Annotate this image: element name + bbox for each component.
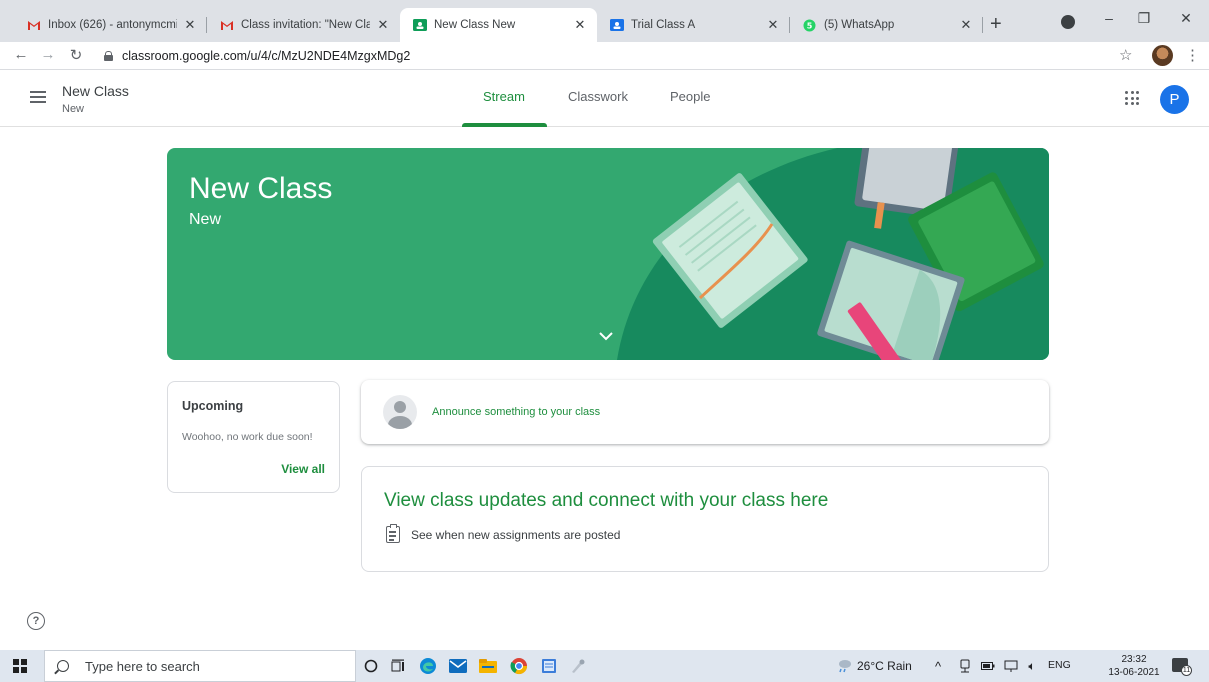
tab-classwork[interactable]: Classwork [568,89,628,104]
bookmark-star-icon[interactable]: ☆ [1119,46,1132,64]
chevron-up-icon[interactable]: ^ [935,659,941,674]
mail-icon[interactable] [448,656,468,676]
classroom-icon [412,18,427,33]
google-apps-icon[interactable] [1125,91,1139,105]
help-icon[interactable]: ? [27,612,45,630]
class-section: New [62,103,85,115]
banner-subtitle: New [189,211,222,228]
notepad-icon[interactable] [539,656,559,676]
announce-placeholder[interactable]: Announce something to your class [432,406,600,418]
close-icon[interactable]: ✕ [573,17,587,33]
notification-center-icon[interactable]: 11 [1172,658,1192,676]
reload-icon[interactable]: ↻ [67,46,85,64]
meet-now-icon[interactable] [955,656,975,676]
edge-icon[interactable] [418,656,438,676]
main-menu-icon[interactable] [30,91,46,103]
windows-start-icon[interactable] [13,659,27,673]
assignment-icon [386,524,400,543]
svg-text:5: 5 [807,21,813,30]
classroom-icon [609,18,624,33]
taskbar-search-placeholder: Type here to search [85,658,200,674]
network-icon[interactable] [1001,656,1021,676]
classroom-header: New Class New Stream Classwork People P [0,71,1209,127]
tab-title: Class invitation: "New Class N [241,19,370,31]
stream-info-item: See when new assignments are posted [386,524,621,543]
forward-arrow-icon[interactable]: → [39,46,57,63]
avatar [383,395,417,429]
stream-info-text: See when new assignments are posted [411,527,621,542]
browser-profile-icon[interactable] [1061,15,1075,29]
close-icon[interactable]: ✕ [766,17,780,33]
announce-box[interactable]: Announce something to your class [361,380,1049,444]
taskbar-search-box[interactable]: Type here to search [44,650,356,682]
browser-tab-whatsapp[interactable]: 5 (5) WhatsApp ✕ [790,8,983,42]
system-clock[interactable]: 23:32 13-06-2021 [1103,653,1165,679]
battery-icon[interactable] [978,656,998,676]
active-tab-indicator [462,123,547,127]
task-view-icon[interactable] [388,656,408,676]
tab-people[interactable]: People [670,89,710,104]
tab-title: Inbox (626) - antonymcmi@g [48,19,177,31]
browser-tab-class-invitation[interactable]: Class invitation: "New Class N ✕ [207,8,400,42]
volume-icon[interactable]: 🔈︎ [1022,656,1042,676]
windows-taskbar: Type here to search 26°C Rain ^ 🔈︎ ENG 2… [0,650,1209,682]
user-avatar[interactable]: P [1160,85,1189,114]
language-indicator[interactable]: ENG [1048,659,1071,671]
browser-toolbar: ← → ↻ classroom.google.com/u/4/c/MzU2NDE… [0,42,1209,70]
cortana-icon[interactable] [361,656,381,676]
view-all-link[interactable]: View all [281,462,325,476]
clock-time: 23:32 [1121,654,1147,665]
upcoming-card: Upcoming Woohoo, no work due soon! View … [167,381,340,493]
weather-rain-icon [834,656,854,676]
tab-stream[interactable]: Stream [483,89,525,104]
lock-icon [104,51,113,61]
notification-count: 11 [1181,665,1192,676]
chrome-icon[interactable] [509,656,529,676]
banner-title: New Class [189,172,333,205]
close-icon[interactable]: ✕ [183,17,197,33]
browser-menu-icon[interactable]: ⋮ [1185,46,1200,64]
upcoming-empty-text: Woohoo, no work due soon! [182,431,313,443]
tab-title: Trial Class A [631,19,696,31]
browser-account-avatar[interactable] [1152,45,1173,66]
new-tab-button[interactable]: + [990,13,1002,36]
gmail-icon [219,18,234,33]
address-bar[interactable]: classroom.google.com/u/4/c/MzU2NDE4MzgxM… [104,45,1104,67]
upcoming-title: Upcoming [182,399,244,413]
browser-tab-inbox[interactable]: Inbox (626) - antonymcmi@g ✕ [14,8,207,42]
browser-tab-trial-class[interactable]: Trial Class A ✕ [597,8,790,42]
gmail-icon [26,18,41,33]
minimize-button[interactable]: – [1099,10,1119,26]
weather-text[interactable]: 26°C Rain [857,659,912,673]
close-icon[interactable]: ✕ [959,17,973,33]
window-close-button[interactable]: ✕ [1176,10,1196,27]
clock-date: 13-06-2021 [1108,667,1160,678]
browser-tab-strip: Inbox (626) - antonymcmi@g ✕ Class invit… [0,0,1209,42]
back-arrow-icon[interactable]: ← [12,46,30,63]
class-title[interactable]: New Class [62,83,129,99]
paint-icon[interactable] [568,656,588,676]
restore-button[interactable]: ❐ [1134,10,1154,27]
file-explorer-icon[interactable] [478,656,498,676]
search-icon [57,660,69,672]
browser-tab-new-class[interactable]: New Class New ✕ [400,8,597,42]
close-icon[interactable]: ✕ [376,17,390,33]
tab-title: New Class New [434,19,516,31]
stream-info-title: View class updates and connect with your… [384,490,829,511]
class-banner: New Class New [167,148,1049,360]
whatsapp-icon: 5 [802,18,817,33]
tab-title: (5) WhatsApp [824,19,895,31]
chevron-down-icon [599,332,613,341]
url-text: classroom.google.com/u/4/c/MzU2NDE4MzgxM… [122,49,411,63]
stream-info-card: View class updates and connect with your… [361,466,1049,572]
